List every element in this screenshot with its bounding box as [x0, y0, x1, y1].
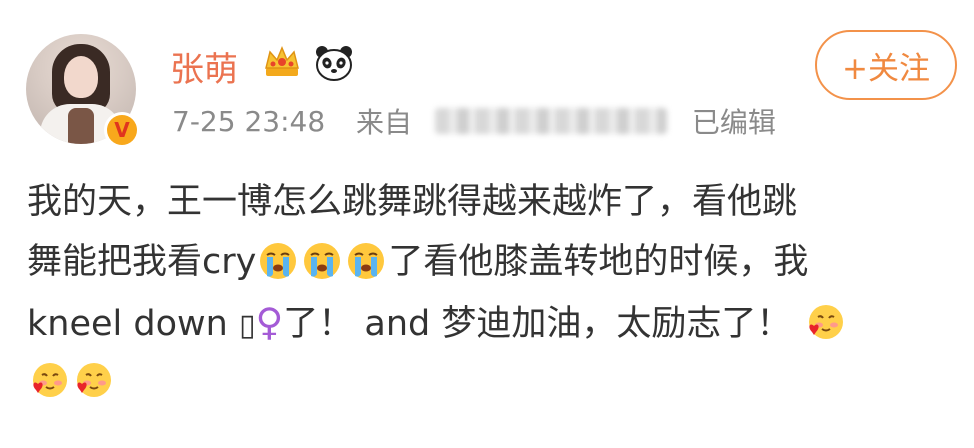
content-text: kneel down [27, 304, 239, 344]
post-meta: 7-25 23:48 来自 已编辑 [172, 101, 776, 141]
blurred-source [434, 108, 667, 134]
love-face-emoji-icon [808, 305, 843, 339]
avatar[interactable]: V [26, 34, 140, 148]
post-time: 7-25 23:48 [172, 104, 326, 138]
love-face-emoji-icon [77, 363, 111, 397]
content-text: 舞能把我看cry [27, 242, 257, 282]
post-content: 我的天，王一博怎么跳舞跳得越来越炸了，看他跳 舞能把我看cry 了看他膝盖转地的… [27, 172, 957, 412]
source-label: 来自 [356, 106, 413, 139]
female-sign-icon: ♀ [255, 300, 284, 344]
content-line-1: 我的天，王一博怎么跳舞跳得越来越炸了，看他跳 [27, 182, 798, 222]
crown-icon[interactable] [262, 42, 302, 82]
love-face-emoji-icon [33, 363, 67, 397]
content-line-4 [27, 352, 957, 412]
content-text: 了看他膝盖转地的时候，我 [388, 242, 809, 282]
crying-face-emoji-icon [348, 243, 385, 279]
username[interactable]: 张萌 [170, 42, 238, 91]
content-line-3: kneel down ▯♀了！ and 梦迪加油，太励志了！ [27, 292, 957, 352]
crying-face-emoji-icon [304, 243, 341, 279]
panda-icon[interactable] [314, 44, 354, 82]
verified-badge-icon: V [104, 112, 140, 148]
crying-face-emoji-icon [260, 243, 297, 279]
edited-label[interactable]: 已编辑 [692, 101, 776, 141]
content-text: 了！ and 梦迪加油，太励志了！ [283, 304, 792, 344]
missing-glyph: ▯ [238, 308, 256, 343]
content-line-2: 舞能把我看cry 了看他膝盖转地的时候，我 [27, 232, 957, 292]
follow-button[interactable]: +关注 [815, 30, 957, 100]
